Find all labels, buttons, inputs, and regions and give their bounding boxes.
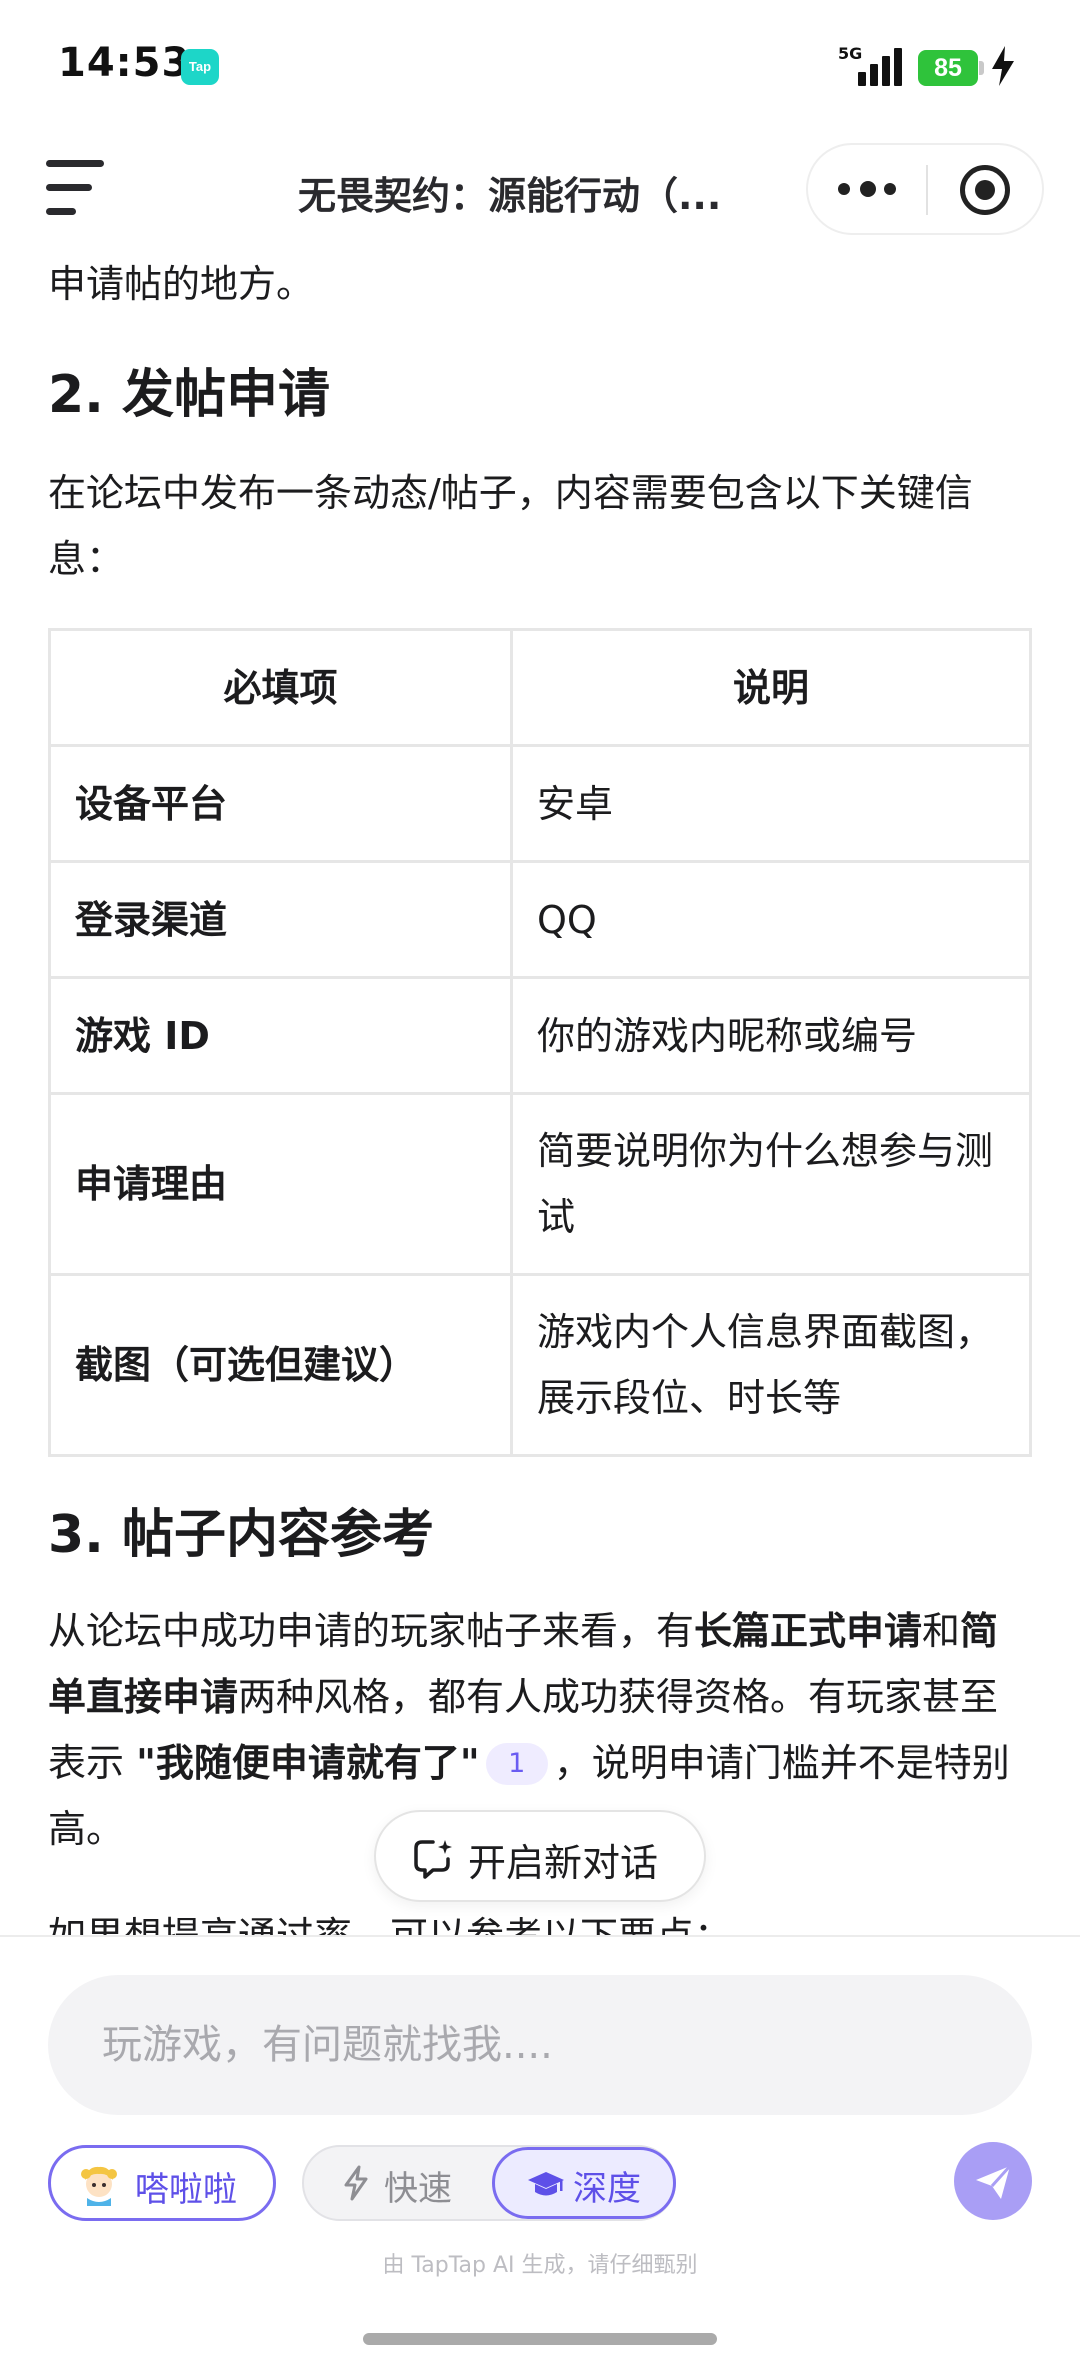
mode-fast-button[interactable]: 快速 <box>304 2147 490 2219</box>
ai-disclaimer: 由 TapTap AI 生成，请仔细甄别 <box>382 2253 698 2278</box>
close-circle-icon[interactable] <box>960 165 1010 215</box>
quote-text: "我随便申请就有了" <box>136 1741 480 1785</box>
graduation-cap-icon <box>528 2172 564 2196</box>
table-cell-field: 登录渠道 <box>48 860 513 979</box>
message-input[interactable] <box>102 2015 972 2075</box>
table-cell-desc: 简要说明你为什么想参与测试 <box>510 1092 1032 1276</box>
table-cell-field: 游戏 ID <box>48 976 513 1095</box>
table-row: 截图（可选但建议） 游戏内个人信息界面截图，展示段位、时长等 <box>48 1273 1032 1457</box>
lightning-icon <box>344 2165 368 2201</box>
more-dots-icon[interactable] <box>838 169 898 209</box>
table-cell-field: 设备平台 <box>48 744 513 863</box>
battery-icon: 85 <box>918 50 984 86</box>
new-chat-button[interactable]: 开启新对话 <box>374 1810 706 1902</box>
menu-icon[interactable] <box>46 160 108 216</box>
chat-composer: 嗒啦啦 快速 深度 由 TapTap AI 生成，请仔细甄别 <box>0 1935 1080 2363</box>
section-heading-2: 2. 发帖申请 <box>48 365 331 425</box>
cellular-signal-icon: 5G <box>838 44 906 86</box>
new-chat-icon <box>414 1840 452 1879</box>
persona-selector-button[interactable]: 嗒啦啦 <box>48 2145 276 2221</box>
send-button[interactable] <box>954 2142 1032 2220</box>
table-header-desc: 说明 <box>510 628 1032 747</box>
text-run: 和 <box>922 1609 961 1653</box>
battery-level: 85 <box>918 50 978 86</box>
text-run: 从论坛中成功申请的玩家帖子来看，有 <box>48 1609 695 1653</box>
mode-deep-label: 深度 <box>573 2169 641 2209</box>
section-2-intro: 在论坛中发布一条动态/帖子，内容需要包含以下关键信息： <box>48 471 973 581</box>
requirements-table: 必填项 说明 设备平台 安卓 登录渠道 QQ 游戏 ID 你的游戏内昵称或编号 … <box>48 628 1032 1457</box>
table-header-field: 必填项 <box>48 628 513 747</box>
network-type-label: 5G <box>838 44 863 63</box>
status-time: 14:53 <box>58 40 191 86</box>
status-bar: 14:53 Tap 5G 85 <box>0 0 1080 135</box>
answer-content: 申请帖的地方。 2. 发帖申请 在论坛中发布一条动态/帖子，内容需要包含以下关键… <box>48 245 1032 1935</box>
top-nav-bar: 无畏契约：源能行动（... <box>0 135 1080 245</box>
mini-program-capsule <box>806 143 1044 235</box>
charging-icon <box>992 46 1014 86</box>
taptap-notification-icon: Tap <box>181 49 219 85</box>
table-row: 游戏 ID 你的游戏内昵称或编号 <box>48 976 1032 1095</box>
citation-badge[interactable]: 1 <box>485 1743 548 1785</box>
table-header-row: 必填项 说明 <box>48 628 1032 747</box>
table-cell-desc: 安卓 <box>510 744 1032 863</box>
mode-deep-button[interactable]: 深度 <box>492 2147 676 2219</box>
table-row: 设备平台 安卓 <box>48 744 1032 863</box>
table-row: 申请理由 简要说明你为什么想参与测试 <box>48 1092 1032 1276</box>
table-row: 登录渠道 QQ <box>48 860 1032 979</box>
message-input-container[interactable] <box>48 1975 1032 2115</box>
mode-fast-label: 快速 <box>384 2169 452 2209</box>
home-indicator <box>363 2333 717 2345</box>
table-cell-field: 截图（可选但建议） <box>48 1273 513 1457</box>
table-cell-desc: 你的游戏内昵称或编号 <box>510 976 1032 1095</box>
send-icon <box>976 2164 1012 2199</box>
paragraph-fragment: 申请帖的地方。 <box>48 262 315 306</box>
section-heading-3: 3. 帖子内容参考 <box>48 1505 435 1565</box>
bold-text: 长篇正式申请 <box>694 1609 923 1653</box>
persona-label: 嗒啦啦 <box>135 2170 237 2210</box>
table-cell-field: 申请理由 <box>48 1092 513 1276</box>
mode-toggle-group: 快速 深度 <box>302 2145 676 2221</box>
persona-avatar-icon <box>81 2166 117 2206</box>
page-title: 无畏契约：源能行动（... <box>298 174 722 218</box>
section-3-tail: 如果想提高通过率，可以参考以下要点： <box>48 1903 732 1935</box>
capsule-divider <box>926 165 928 215</box>
new-chat-label: 开启新对话 <box>468 1841 659 1885</box>
table-cell-desc: QQ <box>510 860 1032 979</box>
table-cell-desc: 游戏内个人信息界面截图，展示段位、时长等 <box>510 1273 1032 1457</box>
